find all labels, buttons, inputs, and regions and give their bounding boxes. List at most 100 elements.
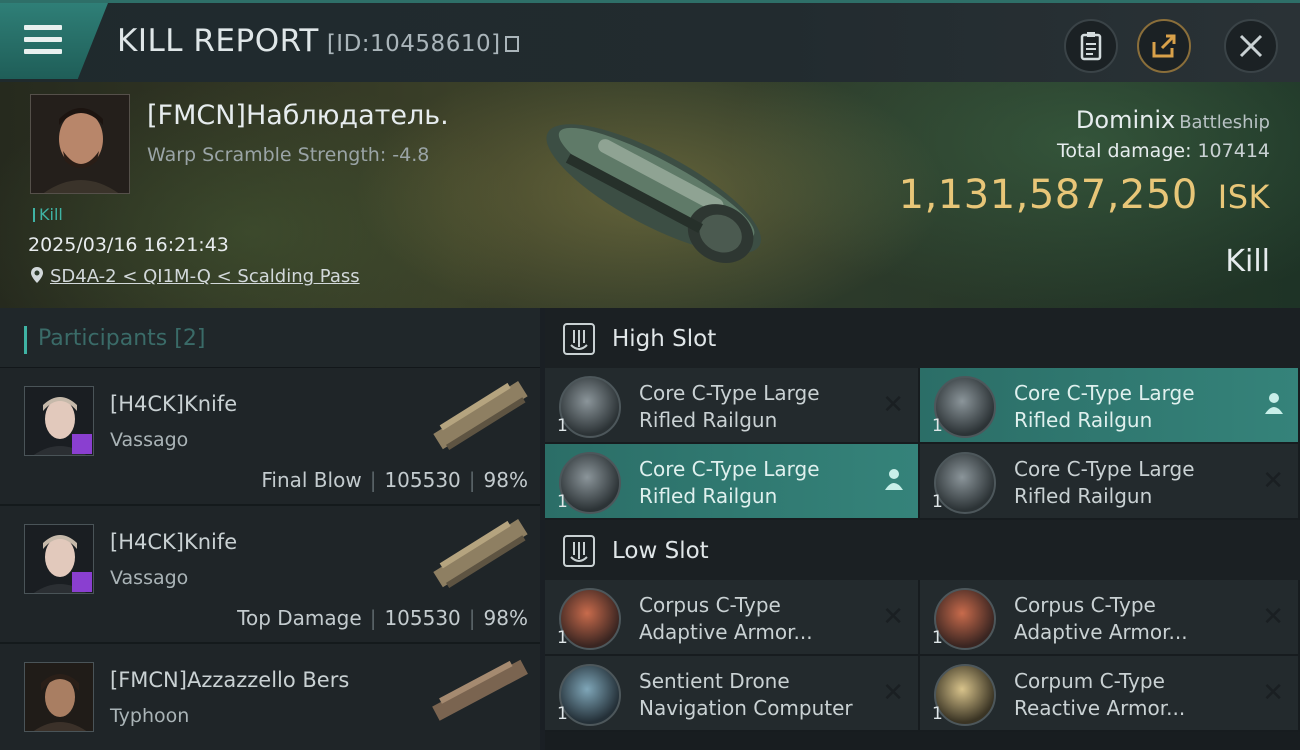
high-slot-header: High Slot [545, 308, 1300, 368]
participant-avatar[interactable] [24, 662, 94, 732]
module-quantity: 1 [557, 628, 568, 648]
module-item[interactable]: 1 Corpus C-Type Adaptive Armor... ✕ [545, 580, 920, 656]
railgun-icon [934, 376, 996, 438]
kill-tag: Kill [33, 205, 63, 224]
participant-role: Top Damage [237, 606, 362, 630]
ship-class: Battleship [1179, 112, 1270, 133]
module-name: Sentient Drone Navigation Computer [639, 669, 853, 720]
module-item[interactable]: 1 Core C-Type Large Rifled Railgun [545, 444, 920, 520]
module-name: Corpus C-Type Adaptive Armor... [1014, 593, 1188, 644]
participants-header: Participants [2] [0, 308, 540, 368]
result-label: Kill [1225, 244, 1270, 279]
victim-ship-image [546, 124, 762, 263]
slot-icon [563, 535, 595, 567]
clipboard-icon [1080, 32, 1102, 61]
participant-ship-image [433, 519, 528, 589]
portrait-image [31, 95, 129, 193]
total-damage-label: Total damage: [1057, 140, 1192, 162]
participant-stats: Top Damage | 105530 | 98% [237, 606, 528, 630]
participant-ship: Vassago [110, 567, 189, 589]
destroyed-icon: ✕ [1262, 466, 1284, 496]
module-item[interactable]: 1 Core C-Type Large Rifled Railgun ✕ [920, 444, 1300, 520]
close-icon [1239, 34, 1263, 58]
module-item[interactable]: 1 Core C-Type Large Rifled Railgun ✕ [545, 368, 920, 444]
module-item[interactable]: 1 Sentient Drone Navigation Computer ✕ [545, 656, 920, 732]
slot-icon [563, 323, 595, 355]
low-slot-header: Low Slot [545, 520, 1300, 580]
victim-portrait[interactable] [30, 94, 130, 194]
participant-damage: 105530 [384, 468, 461, 492]
participant-row[interactable]: [H4CK]Knife Vassago Final Blow | 105530 | 98… [0, 368, 540, 506]
participant-name[interactable]: [H4CK]Knife [110, 530, 237, 554]
participant-percent: 98% [483, 606, 528, 630]
railgun-icon [559, 452, 621, 514]
participant-row[interactable]: [H4CK]Knife Vassago Top Damage | 105530 | 98… [0, 506, 540, 644]
destroyed-icon: ✕ [1262, 602, 1284, 632]
victim-ship: Dominix Battleship [1076, 106, 1270, 134]
share-icon [1152, 34, 1176, 58]
participant-name[interactable]: [H4CK]Knife [110, 392, 237, 416]
share-button[interactable] [1137, 19, 1191, 73]
module-name: Core C-Type Large Rifled Railgun [639, 381, 820, 432]
fitting-panel: High Slot 1 Core C-Type Large Rifled Rai… [545, 308, 1300, 750]
railgun-icon [934, 452, 996, 514]
participant-row[interactable]: [FMCN]Azzazzello Bers Typhoon [0, 644, 540, 750]
destroyed-icon: ✕ [882, 678, 904, 708]
module-quantity: 1 [557, 704, 568, 724]
module-quantity: 1 [932, 628, 943, 648]
destroyed-icon: ✕ [882, 602, 904, 632]
destroyed-icon: ✕ [1262, 678, 1284, 708]
module-quantity: 1 [557, 492, 568, 512]
kill-location[interactable]: SD4A-2 < QI1M-Q < Scalding Pass [30, 266, 360, 287]
destroyed-icon: ✕ [882, 390, 904, 420]
location-pin-icon [31, 267, 43, 283]
high-slot-title: High Slot [612, 326, 717, 352]
module-item[interactable]: 1 Core C-Type Large Rifled Railgun [920, 368, 1300, 444]
kill-id: [ID:10458610] [326, 31, 501, 57]
title-text: KILL REPORT [117, 23, 319, 59]
victim-name: [FMCN]Наблюдатель. [147, 100, 449, 131]
module-name: Core C-Type Large Rifled Railgun [1014, 457, 1195, 508]
module-item[interactable]: 1 Corpus C-Type Adaptive Armor... ✕ [920, 580, 1300, 656]
participant-ship-image [432, 659, 528, 721]
high-slot-grid: 1 Core C-Type Large Rifled Railgun ✕ 1 C… [545, 368, 1300, 520]
close-button[interactable] [1224, 19, 1278, 73]
kill-datetime: 2025/03/16 16:21:43 [28, 234, 229, 256]
menu-button[interactable] [0, 3, 108, 79]
total-damage-value: 107414 [1197, 140, 1270, 162]
module-item[interactable]: 1 Corpum C-Type Reactive Armor... ✕ [920, 656, 1300, 732]
ship-name: Dominix [1075, 106, 1176, 134]
person-icon [1265, 393, 1283, 414]
low-slot-grid: 1 Corpus C-Type Adaptive Armor... ✕ 1 Co… [545, 580, 1300, 732]
role-badge [72, 434, 92, 454]
armor-module-icon [934, 664, 996, 726]
participants-accent-bar [24, 326, 27, 354]
module-quantity: 1 [932, 492, 943, 512]
top-bar: KILL REPORT [ID:10458610] [0, 0, 1300, 82]
role-badge [72, 572, 92, 592]
module-name: Corpum C-Type Reactive Armor... [1014, 669, 1186, 720]
module-quantity: 1 [932, 704, 943, 724]
total-damage: Total damage: 107414 [1057, 140, 1270, 162]
victim-banner: [FMCN]Наблюдатель. Warp Scramble Strengt… [0, 82, 1300, 308]
participant-ship: Typhoon [110, 705, 190, 727]
armor-module-icon [559, 588, 621, 650]
person-icon [885, 469, 903, 490]
module-name: Corpus C-Type Adaptive Armor... [639, 593, 813, 644]
module-quantity: 1 [557, 416, 568, 436]
participants-count: [2] [174, 326, 206, 351]
railgun-icon [559, 376, 621, 438]
copy-icon[interactable] [504, 36, 519, 52]
drone-module-icon [559, 664, 621, 726]
participant-stats: Final Blow | 105530 | 98% [261, 468, 528, 492]
low-slot-title: Low Slot [612, 538, 709, 564]
participant-damage: 105530 [384, 606, 461, 630]
location-link[interactable]: SD4A-2 < QI1M-Q < Scalding Pass [50, 266, 360, 287]
armor-module-icon [934, 588, 996, 650]
clipboard-button[interactable] [1064, 19, 1118, 73]
participant-name[interactable]: [FMCN]Azzazzello Bers [110, 668, 349, 692]
module-name: Core C-Type Large Rifled Railgun [1014, 381, 1195, 432]
menu-icon [24, 25, 62, 55]
isk-value: 1,131,587,250 ISK [899, 172, 1270, 218]
participant-ship-image [433, 381, 528, 451]
